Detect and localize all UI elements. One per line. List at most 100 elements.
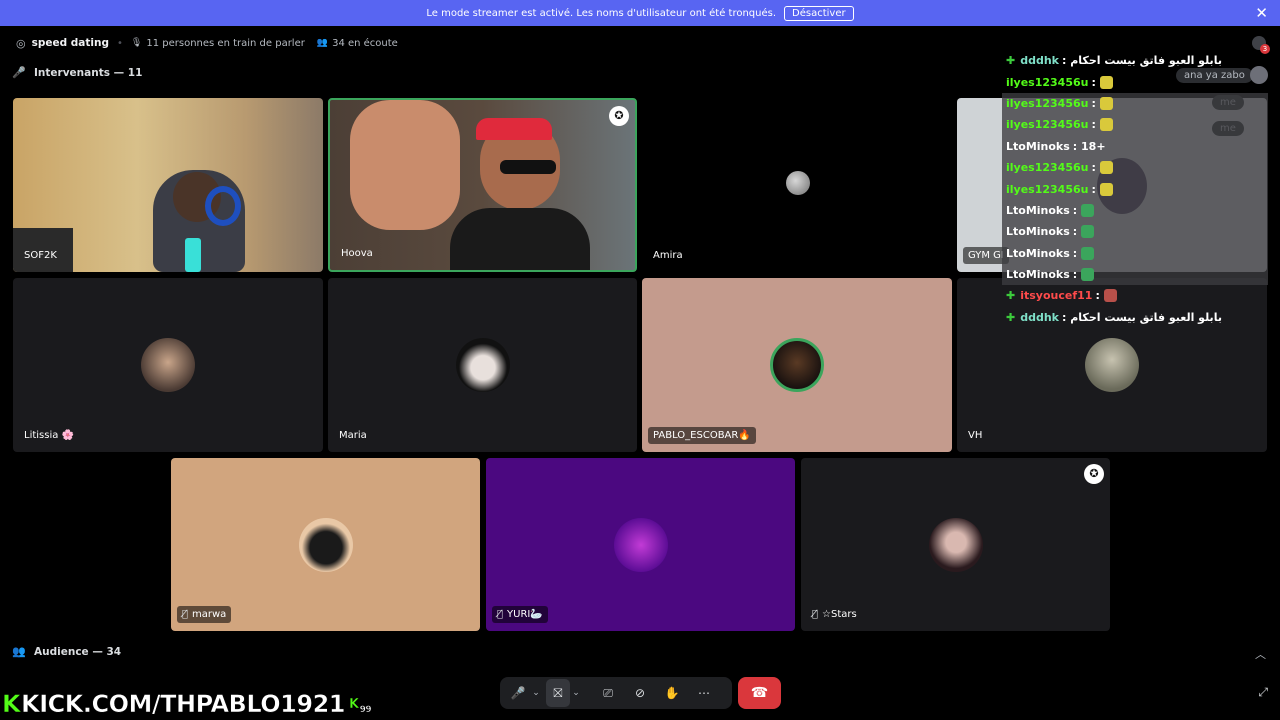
muted-icon: 🎙̸ [812,609,819,620]
audience-header[interactable]: 👥 Audience — 34 [12,645,121,658]
video-tile-pablo[interactable]: PABLO_ESCOBAR🔥 [642,278,952,452]
invite-to-speak-icon[interactable]: ✋ [656,679,688,707]
chat-username[interactable]: LtoMinoks [1006,140,1070,153]
emote-icon [1099,75,1113,89]
stream-chat-overlay: ✚ dddhk: بابلو العبو فاتق بيست احكام ilyes… [1002,50,1268,328]
chat-message: ✚ dddhk: بابلو العبو فاتق بيست احكام [1002,307,1268,328]
camera-options-chevron-icon[interactable]: ⌄ [570,679,582,707]
video-tile-litissia[interactable]: Litissia 🌸 [13,278,323,452]
speakers-label: Intervenants — 11 [34,66,143,79]
stage-icon: ◎ [16,36,26,50]
chat-username[interactable]: LtoMinoks [1006,247,1070,260]
chat-username[interactable]: dddhk [1020,54,1059,67]
chat-message: ilyes123456u: [1002,156,1268,179]
mic-icon: 🎙 [130,38,143,48]
close-banner-icon[interactable]: ✕ [1255,4,1268,22]
leave-stage-button[interactable]: ☎ [738,677,781,709]
participant-name-text: YURI🦢 [507,609,543,620]
video-tile-stars[interactable]: ✪ 🎙̸ ☆Stars [801,458,1110,631]
video-tile-yuri[interactable]: 🎙̸ YURI🦢 [486,458,795,631]
participant-name-text: ☆Stars [822,609,857,620]
emote-icon [1099,118,1113,132]
listening-count: 👥 34 en écoute [317,38,398,49]
move-to-audience-icon[interactable]: ⊘ [624,679,656,707]
chat-text: : [1091,75,1096,89]
kick-watermark: K KICK.COM/THPABLO1921 K 99 [2,690,372,719]
participant-name: Maria [339,430,367,441]
voice-controls-toolbar: 🎤 ⌄ ⛝ ⌄ ⎚ ⊘ ✋ ⋯ [500,677,732,709]
chat-text: : بابلو العبو فاتق بيست احكام [1062,54,1222,68]
chat-text: : [1091,161,1096,175]
chat-username[interactable]: LtoMinoks [1006,225,1070,238]
video-tile-marwa[interactable]: 🎙̸ marwa [171,458,480,631]
chevron-up-icon[interactable]: ︿ [1255,646,1266,662]
muted-icon: 🎙̸ [497,609,504,620]
chat-username[interactable]: ilyes123456u [1006,161,1088,174]
phone-hangup-icon: ☎ [750,685,769,701]
more-options-icon[interactable]: ⋯ [688,679,720,707]
speakers-header: 🎤 Intervenants — 11 [12,66,142,79]
chat-text: : بابلو العبو فاتق بيست احكام [1062,310,1222,324]
video-tile-maria[interactable]: Maria [328,278,637,452]
disable-streamer-mode-button[interactable]: Désactiver [784,5,854,21]
headset-graphic [205,186,241,226]
chat-message: ilyes123456u: [1002,114,1268,136]
camera-off-icon[interactable]: ⛝ [546,679,570,707]
kick-logo-icon: K [2,690,21,719]
screen-share-icon[interactable]: ⎚ [592,679,624,707]
microphone-icon[interactable]: 🎤 [506,679,530,707]
chat-username[interactable]: dddhk [1020,311,1059,324]
chat-message: ilyes123456u: [1002,71,1268,92]
chat-text: : [1091,118,1096,132]
chat-message: LtoMinoks: 18+ [1002,135,1268,157]
emote-icon [1081,225,1095,239]
chat-text: : [1072,268,1078,282]
chat-text: : [1072,246,1078,260]
chat-message: ✚ dddhk: بابلو العبو فاتق بيست احكام [1002,50,1268,71]
emote-icon [1081,203,1095,217]
participant-name: VH [968,430,983,441]
participant-name: SOF2K [24,250,57,261]
chat-username[interactable]: ilyes123456u [1006,97,1088,110]
subscriber-badge-icon: ✚ [1006,54,1016,68]
raised-hand [350,100,460,230]
chat-username[interactable]: LtoMinoks [1006,268,1070,281]
speaking-count: 🎙 11 personnes en train de parler [131,38,305,49]
app-window: Le mode streamer est activé. Les noms d'… [0,0,1280,720]
chat-text: : [1091,96,1096,110]
chat-username[interactable]: ilyes123456u [1006,76,1088,89]
chat-message: LtoMinoks: [1002,221,1268,243]
chat-username[interactable]: ilyes123456u [1006,118,1088,131]
video-tile-amira[interactable]: Amira [642,98,952,272]
fullscreen-icon[interactable]: ⤢ [1258,685,1268,700]
chat-text: : [1072,225,1078,239]
chat-username[interactable]: itsyoucef11 [1020,289,1092,302]
chat-message: LtoMinoks: [1002,263,1268,286]
inbox-button[interactable]: 3 [1252,36,1270,54]
listening-text: 34 en écoute [332,37,398,49]
streamer-mode-banner: Le mode streamer est activé. Les noms d'… [0,0,1280,26]
avatar [928,517,983,572]
sunglasses [500,160,556,174]
participant-name: 🎙̸ marwa [177,606,232,623]
chat-text: : [1095,289,1100,303]
participant-name-text: marwa [192,609,227,620]
kick-viewer-icon: K [348,696,360,712]
audience-icon: 👥 [12,645,26,658]
chat-username[interactable]: ilyes123456u [1006,183,1088,196]
chat-message: ilyes123456u: [1002,178,1268,200]
video-tile-sof2k[interactable]: SOF2K [13,98,323,272]
moderator-badge-icon: ✪ [609,106,629,126]
chat-message: ilyes123456u: [1002,92,1268,115]
chat-username[interactable]: LtoMinoks [1006,204,1070,217]
emote-icon [1099,182,1113,196]
avatar [1085,338,1139,392]
video-tile-hoova[interactable]: ✪ Hoova [328,98,637,272]
mic-options-chevron-icon[interactable]: ⌄ [530,679,542,707]
participant-name: Hoova [341,248,373,259]
subscriber-badge-icon: ✚ [1006,310,1016,324]
tank-top [450,208,590,270]
emote-icon [1099,96,1113,110]
emote-icon [1081,246,1095,260]
emote-icon [1099,161,1113,175]
